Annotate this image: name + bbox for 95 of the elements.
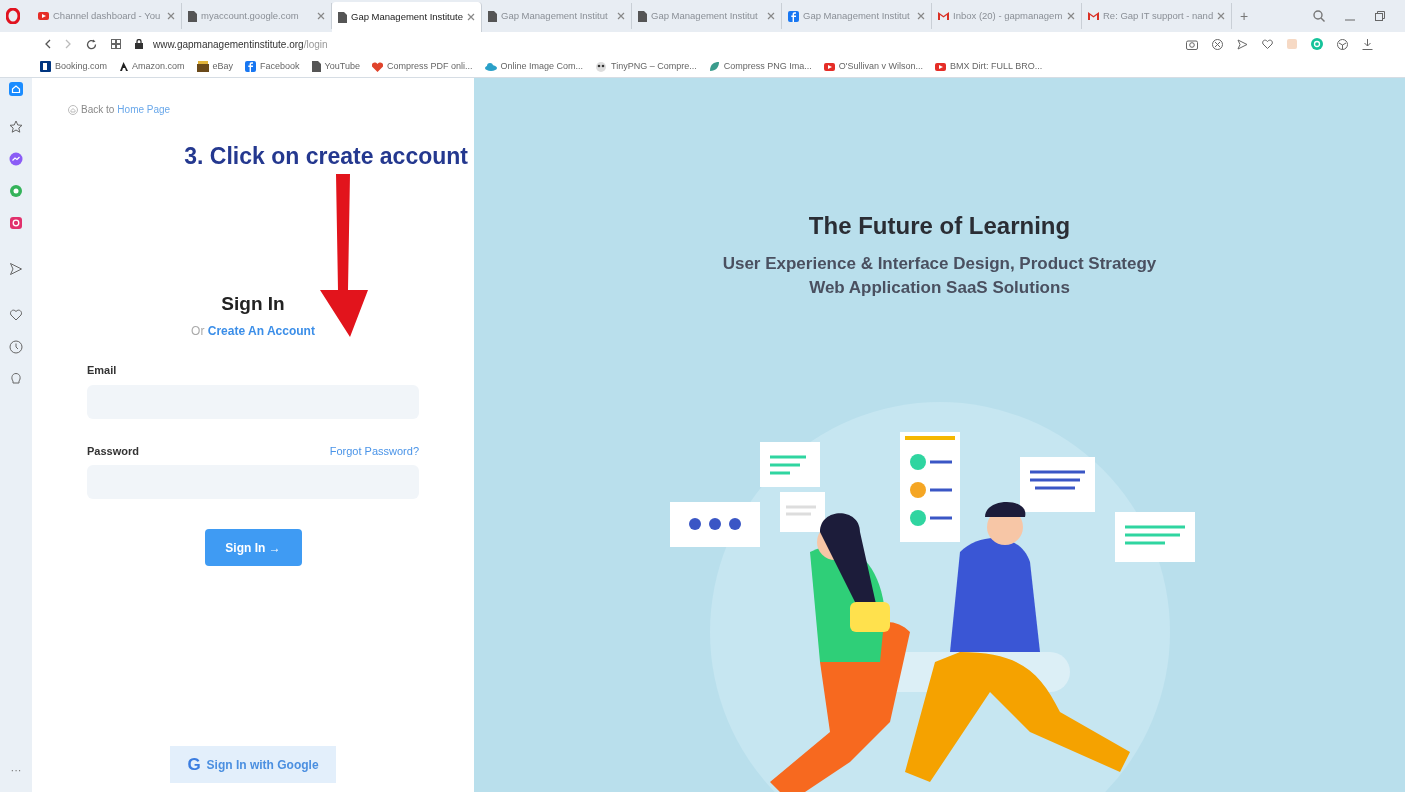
new-tab-button[interactable]: + xyxy=(1240,5,1249,27)
home-icon[interactable] xyxy=(9,82,23,96)
tab-title: Gap Management Institut xyxy=(651,8,759,23)
browser-tab[interactable]: Gap Management Institut xyxy=(632,3,782,29)
back-text: Back to xyxy=(81,103,115,117)
tab-title: Gap Management Institute xyxy=(351,9,463,24)
hero-title: The Future of Learning xyxy=(808,211,1071,241)
back-icon[interactable] xyxy=(44,39,51,49)
leaf-icon xyxy=(708,61,720,72)
booking-icon xyxy=(40,61,51,72)
facebook-icon xyxy=(245,61,257,72)
home-icon xyxy=(68,104,78,115)
google-sign-in-button[interactable]: G Sign In with Google xyxy=(170,746,336,783)
more-button[interactable]: ··· xyxy=(10,761,22,778)
sign-in-button[interactable]: Sign In → xyxy=(204,529,302,566)
camera-icon[interactable] xyxy=(9,216,23,230)
bookmark-link[interactable]: O'Sullivan v Wilson... xyxy=(823,59,924,74)
block-icon[interactable] xyxy=(1212,38,1223,50)
tab-title: Gap Management Institut xyxy=(501,8,609,23)
star-icon[interactable] xyxy=(9,120,23,134)
browser-tab[interactable]: Gap Management Institut xyxy=(482,3,632,29)
address-field[interactable]: www.gapmanagementinstitute.org/login xyxy=(153,36,328,52)
close-icon[interactable] xyxy=(917,12,925,20)
heart-icon[interactable] xyxy=(1262,39,1273,49)
letter-a-icon xyxy=(119,61,129,72)
lock-icon xyxy=(135,39,143,49)
video-play-icon xyxy=(935,62,947,71)
close-icon[interactable] xyxy=(167,12,175,20)
bookmark-link[interactable]: eBay xyxy=(196,59,234,74)
create-account-link[interactable]: Create An Account xyxy=(207,324,315,338)
heart-icon xyxy=(372,61,383,72)
annotation-text: 3. Click on create account xyxy=(184,142,468,171)
bulb-icon[interactable] xyxy=(9,372,23,386)
video-play-icon xyxy=(823,62,835,71)
chat-icon[interactable] xyxy=(9,184,23,198)
browser-tab[interactable]: Gap Management Institute xyxy=(332,2,482,32)
mail-icon xyxy=(1088,12,1099,20)
restore-icon[interactable] xyxy=(1375,11,1385,21)
send-icon[interactable] xyxy=(9,262,23,276)
bookmark-link[interactable]: Amazon.com xyxy=(119,59,185,74)
document-icon xyxy=(188,10,197,22)
close-icon[interactable] xyxy=(767,12,775,20)
tab-title: Inbox (20) - gapmanagem xyxy=(953,8,1063,23)
tab-title: Gap Management Institut xyxy=(803,8,911,23)
forward-icon[interactable] xyxy=(65,39,72,49)
cloud-icon xyxy=(484,62,497,71)
hero-subtitle: Web Application SaaS Solutions xyxy=(808,276,1071,299)
browser-tab[interactable]: Re: Gap IT support - nand xyxy=(1082,3,1232,29)
bookmark-link[interactable]: YouTube xyxy=(311,59,360,74)
bookmark-link[interactable]: Compress PNG Ima... xyxy=(708,59,812,74)
bookmark-link[interactable]: Compress PDF onli... xyxy=(372,59,473,74)
forgot-password-link[interactable]: Forgot Password? xyxy=(329,442,419,459)
browser-tab[interactable]: Gap Management Institut xyxy=(782,3,932,29)
send-icon[interactable] xyxy=(1237,38,1248,50)
close-icon[interactable] xyxy=(1217,12,1226,20)
home-page-link[interactable]: Home Page xyxy=(117,102,171,117)
password-label: Password xyxy=(87,443,139,459)
bookmark-link[interactable]: BMX Dirt: FULL BRO... xyxy=(935,59,1043,74)
or-text: Or xyxy=(191,324,205,338)
heart-icon[interactable] xyxy=(9,308,23,322)
grammar-icon[interactable] xyxy=(1311,38,1323,50)
close-icon[interactable] xyxy=(1067,12,1075,20)
cube-icon[interactable] xyxy=(1337,38,1348,50)
video-play-icon xyxy=(38,12,49,20)
camera-icon[interactable] xyxy=(1186,38,1198,50)
document-icon xyxy=(638,10,647,22)
browser-logo-icon[interactable] xyxy=(6,8,20,24)
sign-in-title: Sign In xyxy=(221,291,285,316)
bookmark-link[interactable]: TinyPNG – Compre... xyxy=(595,59,697,74)
document-icon xyxy=(311,61,321,72)
bookmark-link[interactable]: Booking.com xyxy=(40,59,108,74)
bookmark-link[interactable]: Facebook xyxy=(245,59,300,74)
panda-icon xyxy=(595,61,608,72)
download-icon[interactable] xyxy=(1362,38,1373,50)
shop-icon xyxy=(196,61,209,72)
clock-icon[interactable] xyxy=(9,340,23,354)
email-label: Email xyxy=(87,363,118,378)
search-icon[interactable] xyxy=(1313,10,1325,22)
hero-subtitle: User Experience & Interface Design, Product Strategy xyxy=(722,253,1157,275)
messenger-icon[interactable] xyxy=(9,152,23,166)
bookmark-link[interactable]: Online Image Com... xyxy=(484,59,584,74)
tab-title: Re: Gap IT support - nand xyxy=(1103,8,1214,23)
document-icon xyxy=(338,11,347,23)
facebook-icon xyxy=(788,10,799,22)
mail-icon xyxy=(938,12,949,20)
close-icon[interactable] xyxy=(317,12,325,20)
close-icon[interactable] xyxy=(467,13,475,21)
grid-icon[interactable] xyxy=(111,39,121,49)
tab-title: myaccount.google.com xyxy=(201,8,300,23)
document-icon xyxy=(488,10,497,22)
close-icon[interactable] xyxy=(617,12,625,20)
browser-tab[interactable]: Inbox (20) - gapmanagem xyxy=(932,3,1082,29)
reload-icon[interactable] xyxy=(86,38,97,50)
browser-tab[interactable]: Channel dashboard - You xyxy=(32,3,182,29)
tab-title: Channel dashboard - You xyxy=(53,8,162,23)
